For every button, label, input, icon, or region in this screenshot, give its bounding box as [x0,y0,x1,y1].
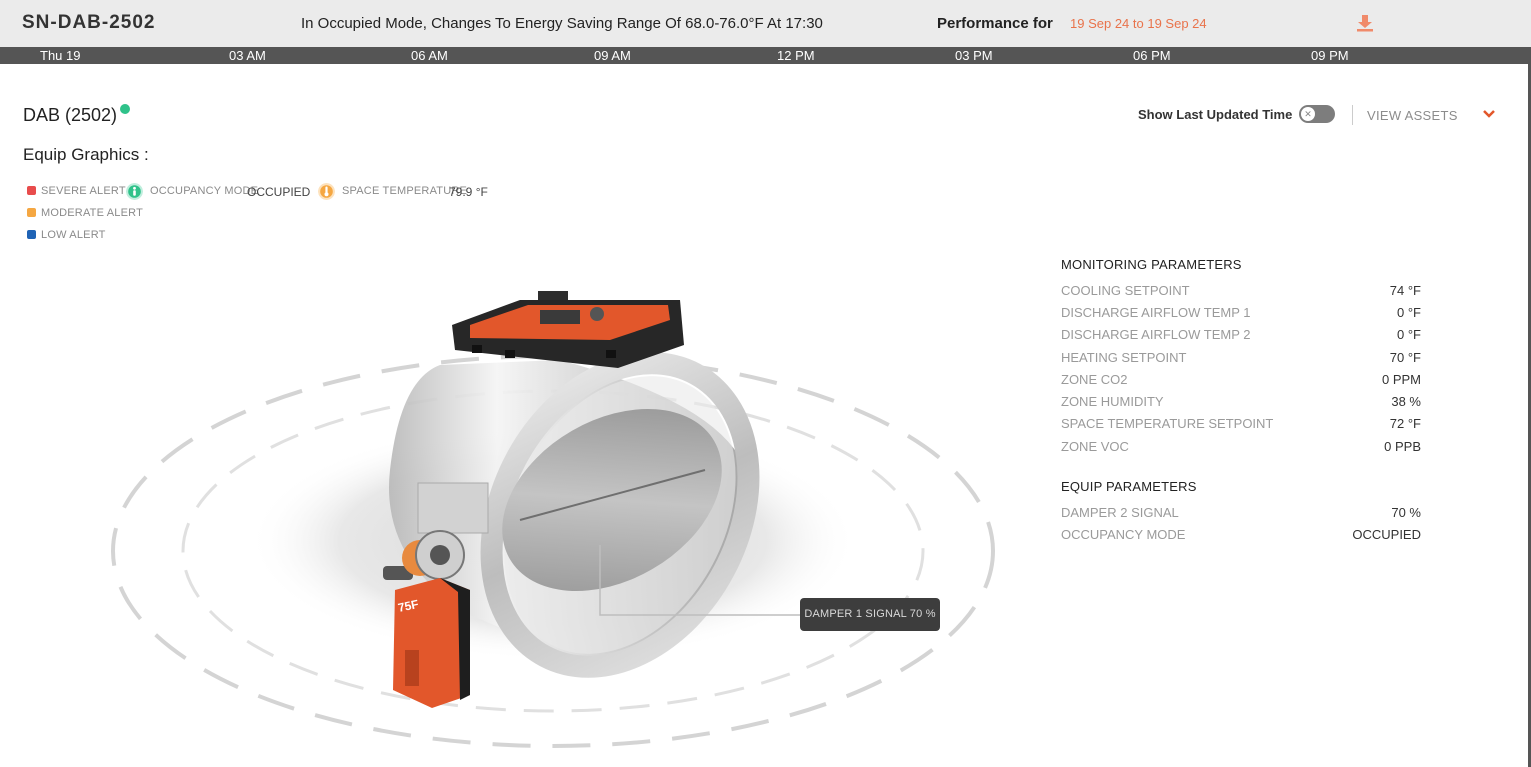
timeline-bar[interactable]: Thu 19 03 AM 06 AM 09 AM 12 PM 03 PM 06 … [0,47,1531,64]
occupancy-mode-label: OCCUPANCY MODE [150,185,259,197]
param-row: COOLING SETPOINT 74 °F [1061,283,1421,301]
param-name: OCCUPANCY MODE [1061,527,1186,542]
timeline-label: 09 PM [1311,48,1349,63]
actuator-hub [430,545,450,565]
param-value: 72 °F [1389,416,1421,431]
severe-alert-label: SEVERE ALERT [41,185,126,197]
controller-port [472,345,482,353]
chevron-down-icon[interactable] [1482,108,1496,120]
mount-bracket [417,482,489,534]
param-value: 70 % [1391,505,1421,520]
param-name: DISCHARGE AIRFLOW TEMP 2 [1061,327,1251,342]
timeline-label: 06 PM [1133,48,1171,63]
param-value: 0 PPB [1384,439,1421,454]
mode-message: In Occupied Mode, Changes To Energy Savi… [301,15,823,32]
moderate-alert-swatch [27,208,36,217]
param-row: DISCHARGE AIRFLOW TEMP 1 0 °F [1061,305,1421,323]
space-temperature-value: 79.9 °F [449,185,488,199]
param-name: ZONE HUMIDITY [1061,394,1164,409]
param-row: DAMPER 2 SIGNAL 70 % [1061,505,1421,523]
timeline-label: 09 AM [594,48,631,63]
equip-id: SN-DAB-2502 [22,12,156,33]
actuator-label-plate [405,650,419,686]
moderate-alert-label: MODERATE ALERT [41,207,144,219]
performance-date-range[interactable]: 19 Sep 24 to 19 Sep 24 [1070,16,1207,31]
person-icon [126,183,143,200]
controller-display [540,310,580,324]
show-last-updated-label: Show Last Updated Time [1138,107,1293,122]
param-row: HEATING SETPOINT 70 °F [1061,350,1421,368]
timeline-label: Thu 19 [40,48,81,63]
status-dot [120,104,130,114]
param-value: 74 °F [1389,283,1421,298]
param-name: COOLING SETPOINT [1061,283,1190,298]
param-row: DISCHARGE AIRFLOW TEMP 2 0 °F [1061,327,1421,345]
param-row: SPACE TEMPERATURE SETPOINT 72 °F [1061,416,1421,434]
show-last-updated-toggle[interactable]: ✕ [1299,105,1335,123]
damper-signal-label[interactable]: DAMPER 1 SIGNAL 70 % [800,598,940,631]
download-icon[interactable] [1356,14,1374,32]
timeline-label: 06 AM [411,48,448,63]
performance-label: Performance for [937,15,1053,32]
param-value: 0 PPM [1381,372,1421,387]
param-row: OCCUPANCY MODE OCCUPIED [1061,527,1421,545]
equip-title: DAB (2502) [23,105,118,125]
param-row: ZONE CO2 0 PPM [1061,372,1421,390]
thermometer-icon [318,183,335,200]
param-name: DAMPER 2 SIGNAL [1061,505,1179,520]
timeline-label: 12 PM [777,48,815,63]
toggle-off-icon: ✕ [1301,107,1315,121]
severe-alert-swatch [27,186,36,195]
controller-port [606,350,616,358]
param-name: DISCHARGE AIRFLOW TEMP 1 [1061,305,1251,320]
controller-logo [590,307,604,321]
occupancy-mode-value: OCCUPIED [247,185,311,199]
param-row: ZONE HUMIDITY 38 % [1061,394,1421,412]
low-alert-swatch [27,230,36,239]
timeline-label: 03 AM [229,48,266,63]
param-name: ZONE VOC [1061,439,1129,454]
param-value: 70 °F [1389,350,1421,365]
param-name: HEATING SETPOINT [1061,350,1187,365]
param-value: 38 % [1391,394,1421,409]
monitoring-parameters-title: MONITORING PARAMETERS [1061,257,1242,272]
equip-graphics-label: Equip Graphics : [23,145,149,164]
damper-3d-graphic: 75F [111,291,995,748]
param-value: 0 °F [1397,305,1421,320]
timeline-label: 03 PM [955,48,993,63]
equip-parameters-title: EQUIP PARAMETERS [1061,479,1197,494]
param-value: 0 °F [1397,327,1421,342]
param-name: SPACE TEMPERATURE SETPOINT [1061,416,1274,431]
view-assets-button[interactable]: VIEW ASSETS [1367,108,1458,123]
param-name: ZONE CO2 [1061,372,1128,387]
param-row: ZONE VOC 0 PPB [1061,439,1421,457]
divider [1352,105,1353,125]
top-header: SN-DAB-2502 In Occupied Mode, Changes To… [0,0,1531,48]
controller-port [505,350,515,358]
param-value: OCCUPIED [1352,527,1421,542]
